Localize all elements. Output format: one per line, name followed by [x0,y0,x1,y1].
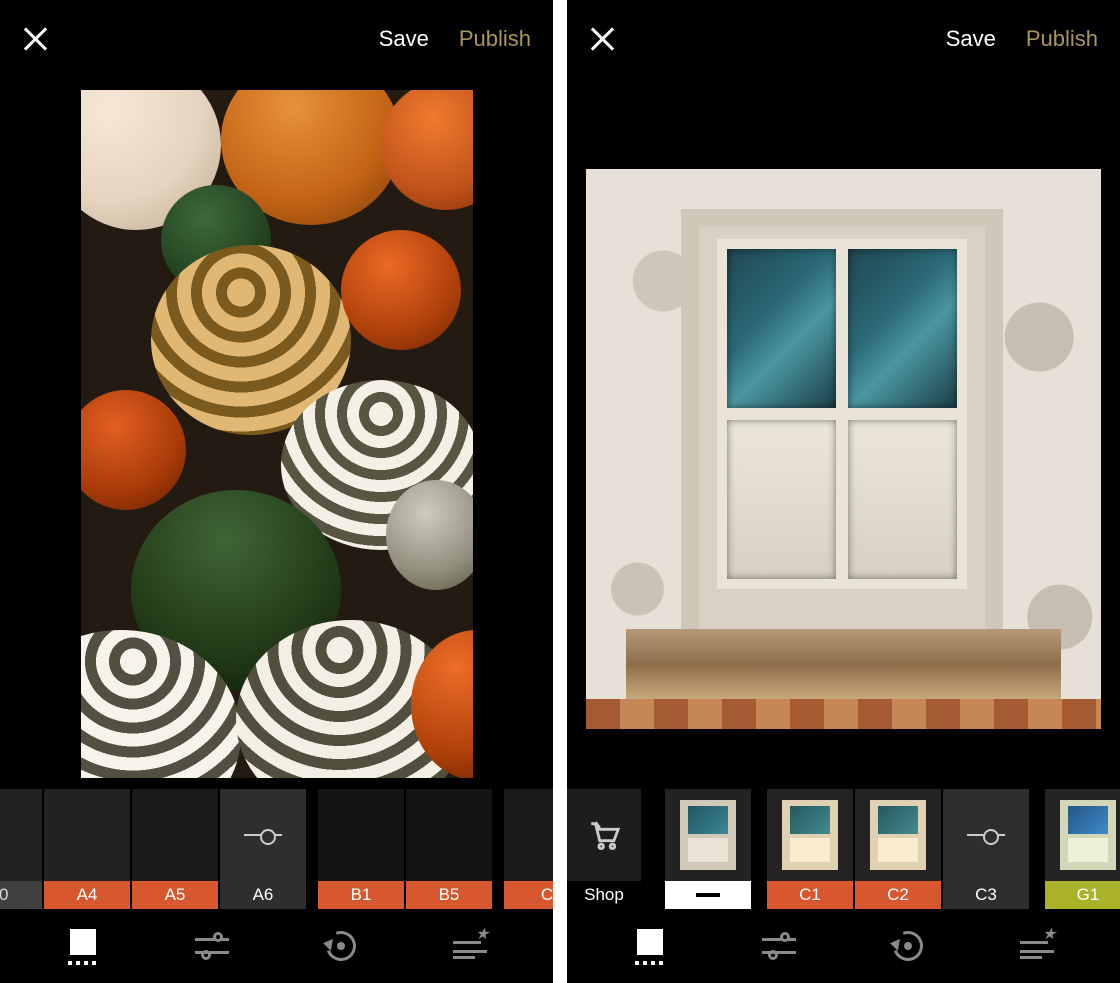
filter-label: A4 [44,881,130,909]
filter-label: 10 [0,881,42,909]
filter-preset[interactable]: A4 [44,789,130,909]
filter-preset[interactable]: C [504,789,553,909]
filter-preset[interactable]: G1 [1045,789,1120,909]
top-bar: Save Publish [567,0,1120,78]
filter-thumb [943,789,1029,881]
filter-label: B5 [406,881,492,909]
filter-thumb [1045,789,1120,881]
filter-preset[interactable]: C1 [767,789,853,909]
top-bar: Save Publish [0,0,553,78]
filter-thumb [665,789,751,881]
editor-screen-right: Save Publish Shop [567,0,1120,983]
presets-icon [635,929,665,963]
filter-thumb [0,789,42,881]
filter-label: G1 [1045,881,1120,909]
shop-button[interactable]: Shop [567,789,641,909]
filter-preset-original[interactable] [665,789,751,909]
filter-label: C3 [943,881,1029,909]
filter-preset[interactable]: A5 [132,789,218,909]
bottom-toolbar: ★ [0,909,553,983]
filter-label: C [504,881,553,909]
edited-photo [586,169,1101,729]
presets-tab[interactable] [56,919,110,973]
filter-preset[interactable]: B5 [406,789,492,909]
filter-thumb [767,789,853,881]
undo-icon [891,929,925,963]
recipe-tab[interactable]: ★ [443,919,497,973]
image-canvas[interactable] [0,78,553,789]
undo-tab[interactable] [314,919,368,973]
sliders-icon [762,932,796,960]
presets-icon [68,929,98,963]
filter-label: C1 [767,881,853,909]
filter-label: Shop [567,881,641,909]
edited-photo [81,90,473,778]
filter-label: A5 [132,881,218,909]
bottom-toolbar: ★ [567,909,1120,983]
filter-label [665,881,751,909]
recipe-icon: ★ [453,931,487,961]
cart-icon [567,789,641,881]
sliders-icon [195,932,229,960]
slider-icon [244,834,282,836]
filter-thumb [132,789,218,881]
filter-preset[interactable]: B1 [318,789,404,909]
presets-tab[interactable] [623,919,677,973]
filter-preset[interactable]: A6 [220,789,306,909]
filter-preset[interactable]: 10 [0,789,42,909]
filter-thumb [504,789,553,881]
close-icon[interactable] [22,26,48,52]
filter-label: C2 [855,881,941,909]
filter-strip[interactable]: 10 A4 A5 A6 B1 B5 [0,789,553,909]
recipe-tab[interactable]: ★ [1010,919,1064,973]
editor-screen-left: Save Publish 10 A4 A5 [0,0,553,983]
filter-thumb [220,789,306,881]
undo-icon [324,929,358,963]
filter-preset[interactable]: C2 [855,789,941,909]
publish-button[interactable]: Publish [459,26,531,52]
filter-thumb [406,789,492,881]
recipe-icon: ★ [1020,931,1054,961]
filter-label: B1 [318,881,404,909]
slider-icon [967,834,1005,836]
filter-thumb [318,789,404,881]
filter-label: A6 [220,881,306,909]
filter-strip[interactable]: Shop C1 C2 C3 [567,789,1120,909]
save-button[interactable]: Save [379,26,429,52]
adjust-tab[interactable] [185,919,239,973]
filter-preset[interactable]: C3 [943,789,1029,909]
image-canvas[interactable] [567,78,1120,789]
save-button[interactable]: Save [946,26,996,52]
publish-button[interactable]: Publish [1026,26,1098,52]
close-icon[interactable] [589,26,615,52]
adjust-tab[interactable] [752,919,806,973]
dash-icon [696,893,720,897]
undo-tab[interactable] [881,919,935,973]
filter-thumb [855,789,941,881]
filter-thumb [44,789,130,881]
